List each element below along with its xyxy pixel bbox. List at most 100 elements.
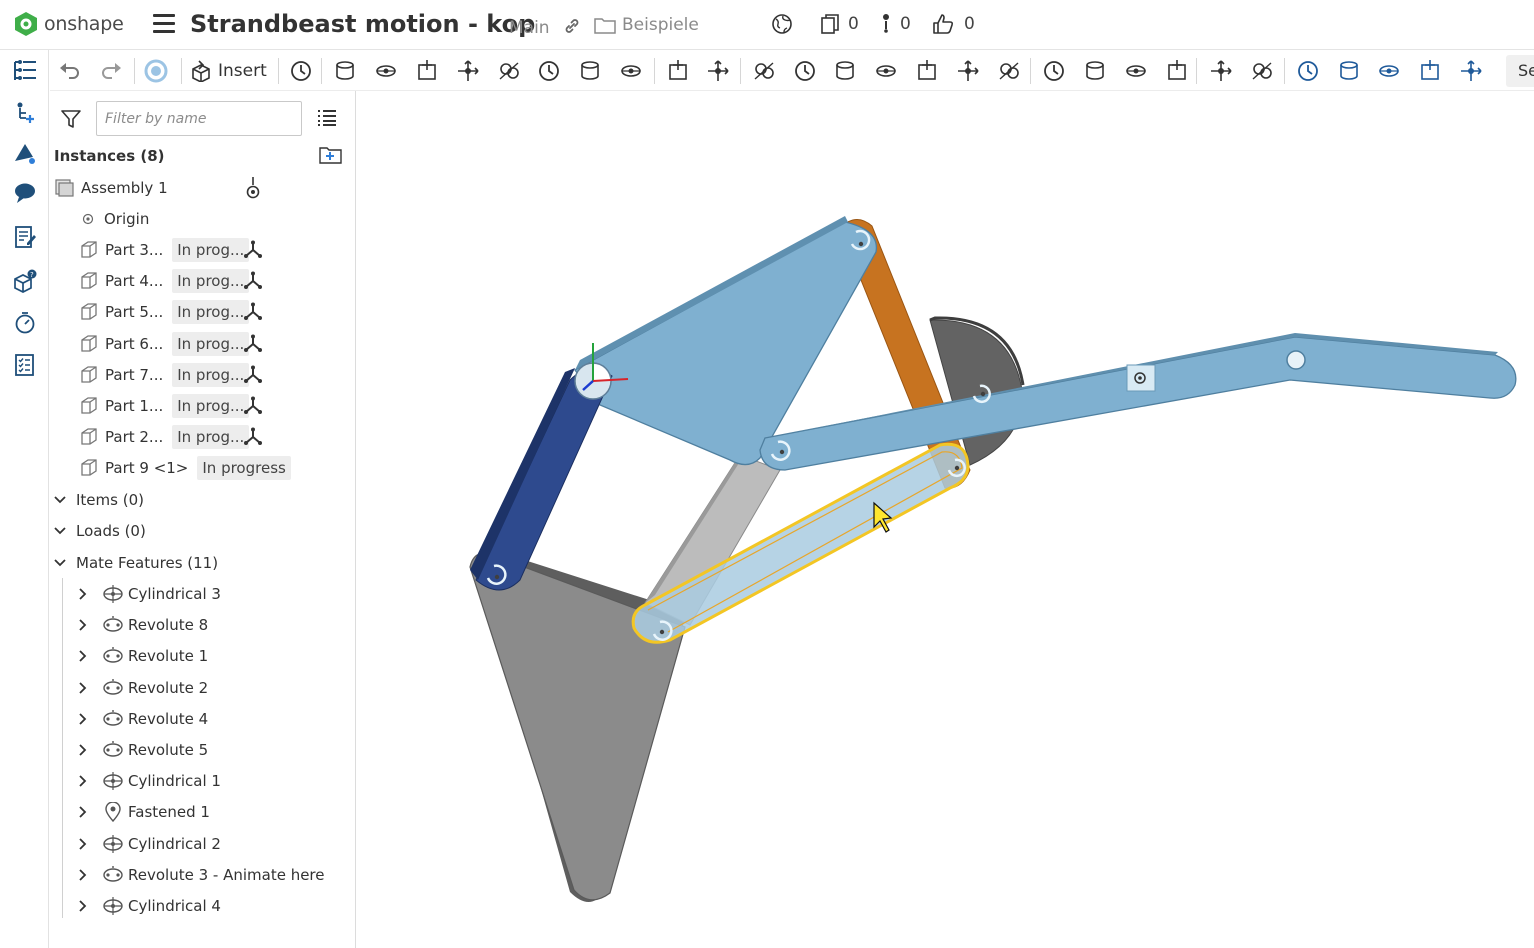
items-group[interactable]: Items (0) xyxy=(53,486,144,514)
part-instance-row[interactable]: Part 9 <1> In progress xyxy=(79,454,291,482)
list-view-icon[interactable] xyxy=(317,109,337,127)
mate-connector-triad-icon[interactable] xyxy=(243,396,263,416)
feature-list-icon[interactable] xyxy=(12,58,38,84)
tangent-mate-button[interactable] xyxy=(702,56,734,86)
chevron-right-icon[interactable] xyxy=(76,587,90,601)
rack-pinion-button[interactable] xyxy=(829,56,861,86)
onshape-logo[interactable]: onshape xyxy=(14,11,124,37)
timer-icon[interactable] xyxy=(12,310,38,336)
bom-button[interactable] xyxy=(1246,56,1278,86)
part-instance-row[interactable]: Part 7... In prog... xyxy=(79,361,250,389)
notes-icon[interactable] xyxy=(12,224,38,250)
undo-button[interactable] xyxy=(54,56,86,86)
loads-button[interactable] xyxy=(1161,56,1193,86)
replicate-button[interactable] xyxy=(329,56,361,86)
measure-button[interactable] xyxy=(1292,56,1324,86)
section-view-button[interactable] xyxy=(1333,56,1365,86)
document-title[interactable]: Strandbeast motion - kop xyxy=(190,10,535,38)
named-views-button[interactable] xyxy=(1414,56,1446,86)
search-tools-button[interactable]: Se xyxy=(1506,55,1534,87)
fastened-mate-button[interactable] xyxy=(452,56,484,86)
folder-breadcrumb[interactable]: Beispiele xyxy=(594,15,699,35)
display-states-button[interactable] xyxy=(1373,56,1405,86)
part-instance-row[interactable]: Part 3... In prog... xyxy=(79,236,250,264)
render-button[interactable] xyxy=(1455,56,1487,86)
checklist-icon[interactable] xyxy=(12,352,38,378)
ball-mate-button[interactable] xyxy=(662,56,694,86)
part-instance-row[interactable]: Part 1... In prog... xyxy=(79,392,250,420)
mate-features-group[interactable]: Mate Features (11) xyxy=(53,549,218,577)
mate-connector-triad-icon[interactable] xyxy=(243,334,263,354)
mate-feature-row[interactable]: Revolute 2 xyxy=(76,674,208,702)
versions-button[interactable]: 0 xyxy=(820,13,859,35)
drawing-button[interactable] xyxy=(1205,56,1237,86)
cylindrical-mate-button[interactable] xyxy=(574,56,606,86)
explode-button[interactable] xyxy=(993,56,1025,86)
mechanism-model[interactable] xyxy=(356,91,1534,948)
insert-button[interactable]: Insert xyxy=(190,56,267,86)
revolute-mate-button[interactable] xyxy=(493,56,525,86)
origin-row[interactable]: Origin xyxy=(82,205,149,233)
regenerate-button[interactable] xyxy=(140,56,172,86)
redo-button[interactable] xyxy=(95,56,127,86)
chevron-right-icon[interactable] xyxy=(76,649,90,663)
simulation-button[interactable] xyxy=(1079,56,1111,86)
mate-connector-triad-icon[interactable] xyxy=(243,240,263,260)
motion-study-button[interactable] xyxy=(1120,56,1152,86)
mate-feature-row[interactable]: Revolute 5 xyxy=(76,736,208,764)
link-icon[interactable] xyxy=(563,17,581,35)
comments-icon[interactable] xyxy=(12,180,38,206)
mate-connector-triad-icon[interactable] xyxy=(243,427,263,447)
mate-feature-row[interactable]: Cylindrical 4 xyxy=(76,892,221,920)
chevron-right-icon[interactable] xyxy=(76,868,90,882)
group-button[interactable] xyxy=(411,56,443,86)
mate-feature-row[interactable]: Revolute 1 xyxy=(76,642,208,670)
new-folder-icon[interactable] xyxy=(319,145,343,165)
chevron-right-icon[interactable] xyxy=(76,712,90,726)
gear-relation-button[interactable] xyxy=(952,56,984,86)
part-instance-row[interactable]: Part 4... In prog... xyxy=(79,267,250,295)
mate-feature-row[interactable]: Revolute 3 - Animate here xyxy=(76,861,325,889)
parts-help-icon[interactable]: ? xyxy=(12,268,38,294)
insert-part-icon[interactable] xyxy=(12,100,38,126)
mate-feature-row[interactable]: Fastened 1 xyxy=(76,798,210,826)
part-instance-row[interactable]: Part 6... In prog... xyxy=(79,330,250,358)
mate-connector-triad-icon[interactable] xyxy=(243,302,263,322)
mate-feature-row[interactable]: Cylindrical 2 xyxy=(76,830,221,858)
chevron-right-icon[interactable] xyxy=(76,774,90,788)
chevron-right-icon[interactable] xyxy=(76,743,90,757)
appearance-icon[interactable] xyxy=(12,140,38,166)
chevron-right-icon[interactable] xyxy=(76,899,90,913)
mate-connector-button[interactable] xyxy=(370,56,402,86)
mate-connector-triad-icon[interactable] xyxy=(243,271,263,291)
loads-group[interactable]: Loads (0) xyxy=(53,517,146,545)
screw-relation-button[interactable] xyxy=(870,56,902,86)
planar-mate-button[interactable] xyxy=(615,56,647,86)
assembly-row[interactable]: Assembly 1 xyxy=(55,174,168,202)
mate-feature-row[interactable]: Revolute 4 xyxy=(76,705,208,733)
globe-button[interactable] xyxy=(771,13,793,35)
mate-feature-row[interactable]: Cylindrical 3 xyxy=(76,580,221,608)
history-button[interactable] xyxy=(285,56,317,86)
filter-input[interactable] xyxy=(96,101,302,136)
like-button[interactable]: 0 xyxy=(932,13,975,35)
mate-feature-row[interactable]: Revolute 8 xyxy=(76,611,208,639)
chevron-right-icon[interactable] xyxy=(76,805,90,819)
chevron-right-icon[interactable] xyxy=(76,837,90,851)
filter-icon[interactable] xyxy=(61,109,81,129)
mate-connector-triad-icon[interactable] xyxy=(243,365,263,385)
parallel-mate-button[interactable] xyxy=(789,56,821,86)
chevron-right-icon[interactable] xyxy=(76,681,90,695)
chevron-right-icon[interactable] xyxy=(76,618,90,632)
graphics-viewport[interactable] xyxy=(356,91,1534,948)
part-instance-row[interactable]: Part 5... In prog... xyxy=(79,298,250,326)
width-mate-button[interactable] xyxy=(748,56,780,86)
mate-connector-icon[interactable] xyxy=(246,177,260,199)
mate-feature-row[interactable]: Cylindrical 1 xyxy=(76,767,221,795)
mate-limits-button[interactable] xyxy=(1038,56,1070,86)
branch-label[interactable]: Main xyxy=(509,18,550,38)
main-menu-button[interactable] xyxy=(153,14,175,34)
branches-button[interactable]: 0 xyxy=(880,13,911,35)
part-instance-row[interactable]: Part 2... In prog... xyxy=(79,423,250,451)
linear-relation-button[interactable] xyxy=(911,56,943,86)
